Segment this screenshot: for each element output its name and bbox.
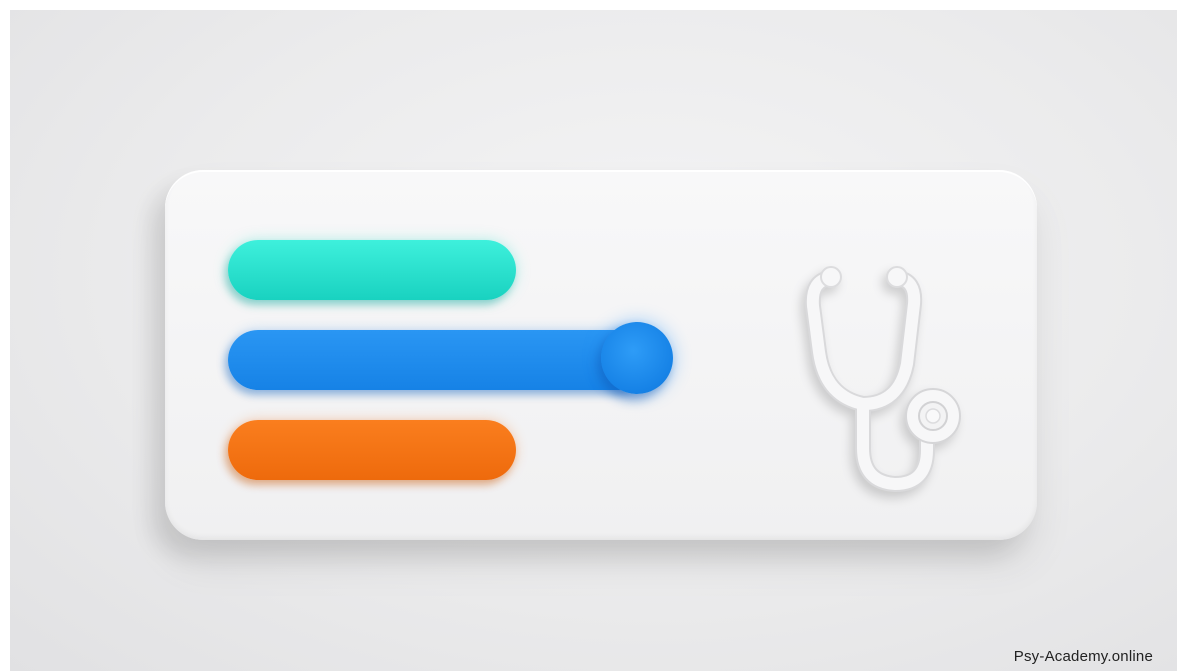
- background: [10, 10, 1177, 671]
- teal-bar: [228, 240, 516, 300]
- panel-card: [165, 170, 1037, 540]
- slider-thumb[interactable]: [601, 322, 673, 394]
- watermark-text: Psy-Academy.online: [1013, 648, 1153, 665]
- slider-track[interactable]: [228, 330, 648, 390]
- orange-bar: [228, 420, 516, 480]
- stethoscope-icon: [804, 266, 961, 492]
